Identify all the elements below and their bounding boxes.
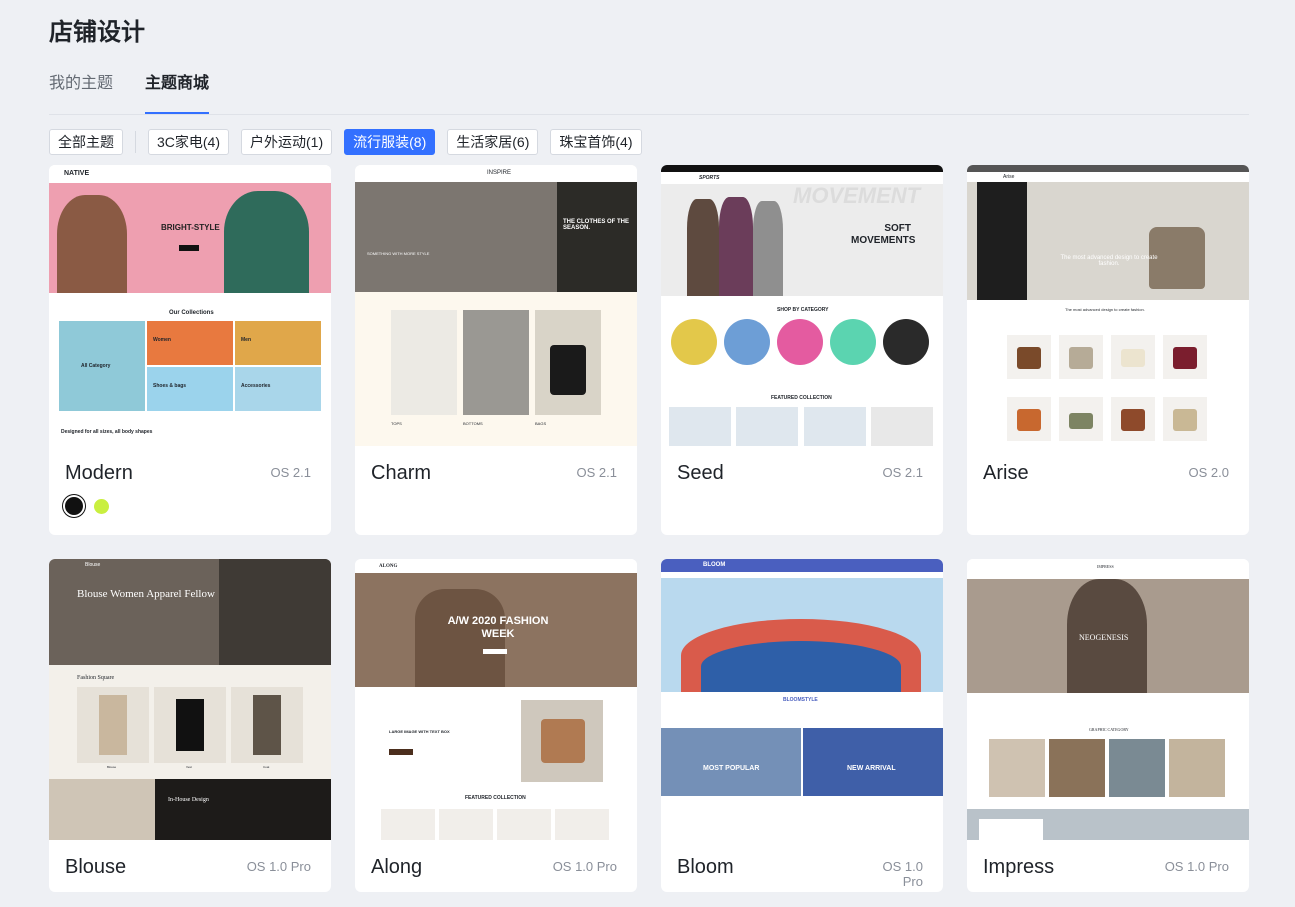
theme-name: Modern (65, 462, 133, 484)
preview-brand: ALONG (379, 564, 398, 569)
preview-tile-label: All Category (81, 363, 111, 369)
theme-name: Bloom (677, 856, 734, 878)
preview-product-label: Vest (186, 765, 192, 769)
theme-preview-arise[interactable]: Arise The most advanced design to create… (967, 165, 1249, 446)
theme-card-impress[interactable]: IMPRESS NEOGENESIS GRAPHIC CATEGORY Impr… (967, 559, 1249, 892)
theme-card-arise[interactable]: Arise The most advanced design to create… (967, 165, 1249, 535)
color-swatch-black[interactable] (65, 497, 83, 515)
filter-3c-appliances[interactable]: 3C家电(4) (148, 129, 230, 155)
preview-brand: BLOOM (703, 562, 726, 568)
theme-os-version: OS 1.0 Pro (882, 859, 923, 889)
tabs-divider (49, 114, 1249, 115)
preview-hero-title: A/W 2020 FASHION WEEK (447, 615, 549, 640)
preview-footer-text: Designed for all sizes, all body shapes (61, 429, 153, 435)
theme-preview-seed[interactable]: SPORTS MOVEMENT SOFT MOVEMENTS SHOP BY C… (661, 165, 943, 446)
theme-os-version: OS 1.0 Pro (246, 859, 311, 874)
filter-outdoor-sports[interactable]: 户外运动(1) (241, 129, 333, 155)
theme-preview-blouse[interactable]: Blouse Blouse Women Apparel Fellow Fashi… (49, 559, 331, 840)
preview-block-title: LARGE IMAGE WITH TEXT BOX (389, 729, 450, 734)
theme-name: Seed (677, 462, 724, 484)
category-filter-bar: 全部主题 3C家电(4) 户外运动(1) 流行服装(8) 生活家居(6) 珠宝首… (49, 129, 654, 155)
theme-os-version: OS 1.0 Pro (1164, 859, 1229, 874)
preview-category-label: TOPS (391, 421, 402, 426)
tab-bar: 我的主题 主题商城 (49, 72, 210, 114)
preview-brand: INSPIRE (487, 170, 512, 176)
preview-section-title: In-House Design (168, 797, 209, 803)
preview-section-title: SHOP BY CATEGORY (777, 307, 829, 313)
theme-preview-modern[interactable]: NATIVE BRIGHT-STYLE Our Collections All … (49, 165, 331, 446)
tab-theme-store[interactable]: 主题商城 (145, 72, 210, 114)
preview-brand: IMPRESS (1097, 564, 1114, 569)
preview-brand: NATIVE (64, 170, 90, 177)
theme-os-version: OS 2.1 (882, 465, 923, 480)
theme-name: Charm (371, 462, 432, 484)
theme-os-version: OS 2.1 (576, 465, 617, 480)
filter-jewelry[interactable]: 珠宝首饰(4) (550, 129, 642, 155)
preview-section-title: GRAPHIC CATEGORY (1089, 727, 1129, 732)
theme-name: Arise (983, 462, 1029, 484)
preview-hero-title: The most advanced design to create fashi… (1060, 255, 1158, 267)
theme-card-bloom[interactable]: BLOOM BLOOMSTYLE MOST POPULAR NEW ARRIVA… (661, 559, 943, 892)
preview-section-title: The most advanced design to create fashi… (1065, 307, 1145, 312)
preview-hero-sub: SOMETHING WITH MORE STYLE (367, 251, 430, 256)
preview-hero-title: SOFT MOVEMENTS (851, 223, 916, 246)
preview-brand: SPORTS (699, 175, 720, 181)
preview-hero-title: BRIGHT-STYLE (161, 223, 220, 232)
theme-card-blouse[interactable]: Blouse Blouse Women Apparel Fellow Fashi… (49, 559, 331, 892)
preview-tile-label: Accessories (241, 383, 271, 389)
preview-product-label: Coat (263, 765, 270, 769)
preview-bg-word: MOVEMENT (793, 183, 921, 208)
theme-preview-along[interactable]: ALONG A/W 2020 FASHION WEEK LARGE IMAGE … (355, 559, 637, 840)
filter-home-living[interactable]: 生活家居(6) (447, 129, 539, 155)
preview-brand: Arise (1003, 174, 1015, 180)
preview-category-label: BOTTOMS (463, 421, 483, 426)
theme-os-version: OS 2.0 (1188, 465, 1229, 480)
theme-os-version: OS 1.0 Pro (552, 859, 617, 874)
filter-fashion-apparel[interactable]: 流行服装(8) (344, 129, 436, 155)
tab-my-themes[interactable]: 我的主题 (49, 72, 113, 112)
theme-card-modern[interactable]: NATIVE BRIGHT-STYLE Our Collections All … (49, 165, 331, 535)
preview-tile-label: MOST POPULAR (703, 765, 760, 772)
preview-tile-label: NEW ARRIVAL (847, 765, 896, 772)
theme-name: Along (371, 856, 423, 878)
preview-hero-title: Blouse Women Apparel Fellow (77, 588, 215, 600)
preview-tile-label: Shoes & bags (153, 383, 187, 389)
theme-card-seed[interactable]: SPORTS MOVEMENT SOFT MOVEMENTS SHOP BY C… (661, 165, 943, 535)
page-title: 店铺设计 (49, 19, 145, 46)
preview-hero-title: THE CLOTHES OF THE SEASON. (563, 219, 629, 231)
preview-category-label: BAGS (535, 421, 547, 426)
filter-all-themes[interactable]: 全部主题 (49, 129, 123, 155)
theme-os-version: OS 2.1 (270, 465, 311, 480)
theme-preview-impress[interactable]: IMPRESS NEOGENESIS GRAPHIC CATEGORY (967, 559, 1249, 840)
preview-section-title: FEATURED COLLECTION (771, 395, 832, 401)
theme-name: Blouse (65, 856, 127, 878)
preview-section-title: FEATURED COLLECTION (465, 795, 526, 801)
preview-section-title: Our Collections (169, 310, 214, 316)
preview-brand: Blouse (85, 562, 101, 568)
preview-section-title: BLOOMSTYLE (783, 697, 818, 703)
preview-tile-label: Women (153, 337, 171, 343)
theme-preview-charm[interactable]: INSPIRE THE CLOTHES OF THE SEASON. SOMET… (355, 165, 637, 446)
color-swatch-lime[interactable] (94, 499, 109, 514)
preview-tile-label: Men (241, 337, 251, 343)
theme-name: Impress (983, 856, 1055, 878)
preview-section-title: Fashion Square (77, 675, 115, 681)
preview-product-label: Blouse (107, 765, 117, 769)
theme-card-charm[interactable]: INSPIRE THE CLOTHES OF THE SEASON. SOMET… (355, 165, 637, 535)
theme-card-along[interactable]: ALONG A/W 2020 FASHION WEEK LARGE IMAGE … (355, 559, 637, 892)
preview-hero-title: NEOGENESIS (1079, 633, 1129, 642)
theme-preview-bloom[interactable]: BLOOM BLOOMSTYLE MOST POPULAR NEW ARRIVA… (661, 559, 943, 840)
filter-divider (135, 131, 136, 153)
